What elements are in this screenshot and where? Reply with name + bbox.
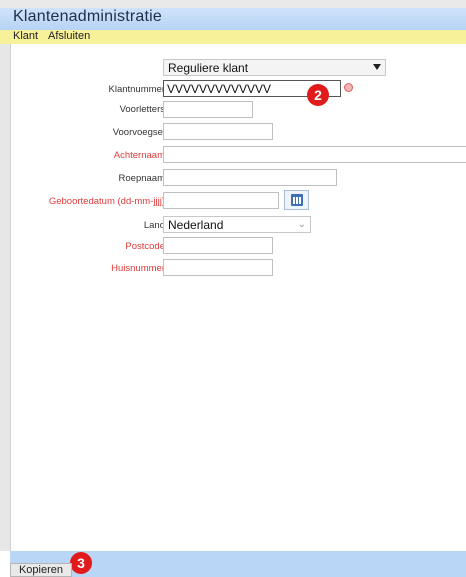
annotation-badge-3: 3 [70,552,92,574]
postcode-input[interactable] [163,237,273,254]
land-value: Nederland [168,218,224,232]
klant-type-select[interactable]: Reguliere klant [163,59,386,76]
left-frame [0,44,10,551]
chevron-down-icon: ⌄ [297,219,306,230]
kopieren-button[interactable]: Kopieren [10,563,72,577]
annotation-badge-2: 2 [307,84,329,106]
voorletters-input[interactable] [163,101,253,118]
klant-type-value: Reguliere klant [168,61,249,75]
klantnummer-value: VVVVVVVVVVVVV [167,82,272,96]
huisnummer-input[interactable] [163,259,273,276]
roepnaam-input[interactable] [163,169,337,186]
voorvoegsel-input[interactable] [163,123,273,140]
menu-item-klant[interactable]: Klant [13,30,38,42]
calendar-icon [291,194,303,206]
form-panel: Reguliere klant Klantnummer VVVVVVVVVVVV… [10,44,466,551]
geboortedatum-label: Geboortedatum (dd-mm-jjjj) [48,196,165,207]
menu-bar: Klant Afsluiten [0,30,466,45]
voorletters-label: Voorletters [119,104,165,115]
dropdown-arrow-icon[interactable] [373,64,381,70]
voorvoegsel-label: Voorvoegsel [112,127,165,138]
menu-item-afsluiten[interactable]: Afsluiten [48,30,90,42]
land-label: Land [143,220,165,231]
roepnaam-label: Roepnaam [118,173,165,184]
window-title: Klantenadministratie [13,8,162,25]
achternaam-label: Achternaam [113,150,165,161]
geboortedatum-input[interactable] [163,192,279,209]
land-select[interactable]: Nederland ⌄ [163,216,311,233]
postcode-label: Postcode [125,241,165,252]
warning-icon [344,83,353,92]
achternaam-input[interactable] [163,146,466,163]
huisnummer-label: Huisnummer [111,263,165,274]
calendar-button[interactable] [284,190,309,210]
title-bar: Klantenadministratie [0,8,466,30]
klantnummer-label: Klantnummer [108,84,166,95]
